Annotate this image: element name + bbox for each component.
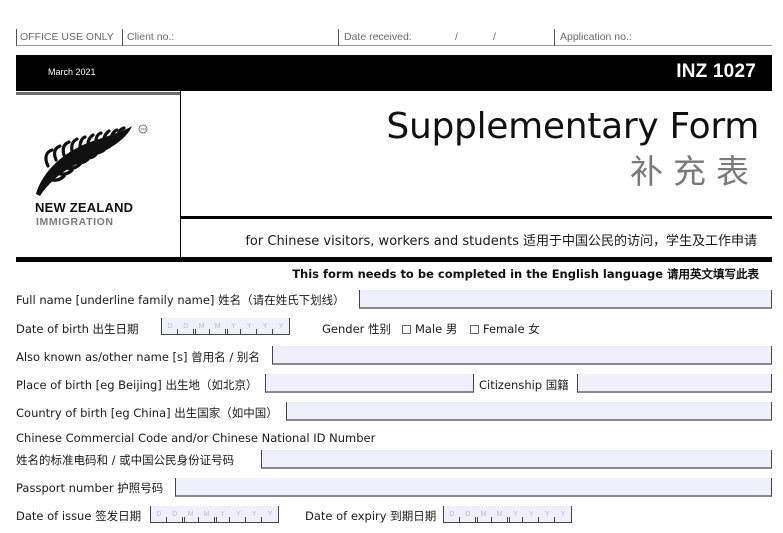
date-of-expiry-label: Date of expiry 到期日期 bbox=[305, 509, 437, 523]
female-label: Female 女 bbox=[483, 322, 540, 336]
page-title: Supplementary Form bbox=[386, 106, 759, 147]
date-cell: Y bbox=[267, 511, 273, 518]
date-cell: Y bbox=[539, 506, 556, 522]
aka-input[interactable] bbox=[272, 346, 772, 365]
silver-fern-icon bbox=[36, 126, 132, 196]
citizenship-label: Citizenship 国籍 bbox=[479, 378, 569, 392]
date-cell: M bbox=[183, 506, 199, 522]
svg-text:TM: TM bbox=[140, 127, 146, 132]
date-cell: Y bbox=[560, 511, 566, 518]
date-cell: D bbox=[151, 506, 167, 522]
date-cell: Y bbox=[508, 506, 524, 522]
date-received-label: Date received: bbox=[344, 31, 412, 43]
form-number: INZ 1027 bbox=[676, 61, 756, 82]
divider bbox=[16, 29, 17, 46]
full-name-input[interactable] bbox=[359, 290, 772, 309]
date-cell: Y bbox=[226, 318, 242, 334]
gender-label: Gender 性别 bbox=[322, 322, 392, 336]
ccc-id-label: Chinese Commercial Code and/or Chinese N… bbox=[16, 431, 376, 445]
date-cell: D bbox=[460, 506, 476, 522]
male-label: Male 男 bbox=[415, 322, 458, 336]
date-cell: Y bbox=[278, 323, 284, 330]
passport-number-input[interactable] bbox=[175, 478, 772, 497]
date-cell: M bbox=[210, 318, 226, 334]
citizenship-input[interactable] bbox=[577, 374, 772, 393]
date-cell: Y bbox=[246, 506, 263, 522]
date-separator: / bbox=[455, 31, 458, 43]
date-of-expiry-input[interactable]: D D M M Y Y Y Y bbox=[443, 506, 572, 523]
date-cell: Y bbox=[215, 506, 231, 522]
form-date: March 2021 bbox=[48, 67, 96, 77]
date-cell: Y bbox=[257, 318, 274, 334]
language-notice: This form needs to be completed in the E… bbox=[292, 267, 759, 281]
divider bbox=[554, 29, 555, 46]
page-subtitle: for Chinese visitors, workers and studen… bbox=[245, 234, 757, 249]
divider bbox=[180, 91, 181, 259]
date-cell: M bbox=[199, 506, 215, 522]
date-separator: / bbox=[493, 31, 496, 43]
date-cell: D bbox=[444, 506, 460, 522]
place-of-birth-label: Place of birth [eg Beijing] 出生地（如北京） bbox=[16, 378, 258, 392]
female-checkbox[interactable] bbox=[470, 325, 479, 334]
divider bbox=[338, 29, 339, 46]
dob-label: Date of birth 出生日期 bbox=[16, 322, 139, 336]
ccc-id-input[interactable] bbox=[261, 450, 772, 469]
date-of-issue-label: Date of issue 签发日期 bbox=[16, 509, 142, 523]
trademark-icon: TM bbox=[138, 124, 148, 134]
divider bbox=[122, 29, 123, 46]
divider bbox=[181, 216, 772, 219]
date-cell: M bbox=[492, 506, 508, 522]
country-of-birth-input[interactable] bbox=[286, 402, 772, 421]
date-cell: M bbox=[194, 318, 210, 334]
logo-line-1: NEW ZEALAND bbox=[35, 200, 134, 215]
nz-immigration-logo: TM NEW ZEALAND IMMIGRATION bbox=[34, 122, 154, 232]
male-checkbox[interactable] bbox=[402, 325, 411, 334]
divider bbox=[16, 257, 772, 262]
date-cell: D bbox=[167, 506, 183, 522]
gender-male-option[interactable]: Male 男 bbox=[402, 321, 457, 337]
date-cell: D bbox=[178, 318, 194, 334]
page-title-chinese: 补充表 bbox=[630, 152, 759, 191]
divider bbox=[16, 92, 180, 95]
date-cell: Y bbox=[523, 506, 540, 522]
form-header-bar: March 2021 INZ 1027 bbox=[16, 55, 772, 91]
logo-line-2: IMMIGRATION bbox=[36, 216, 114, 228]
application-no-label: Application no.: bbox=[560, 31, 632, 43]
date-of-issue-input[interactable]: D D M M Y Y Y Y bbox=[150, 506, 279, 523]
date-cell: Y bbox=[230, 506, 247, 522]
client-no-label: Client no.: bbox=[127, 31, 175, 43]
date-cell: D bbox=[162, 318, 178, 334]
aka-label: Also known as/other name [s] 曾用名 / 别名 bbox=[16, 350, 260, 364]
date-cell: M bbox=[476, 506, 492, 522]
gender-female-option[interactable]: Female 女 bbox=[470, 321, 540, 337]
ccc-id-label-chinese: 姓名的标准电码和 / 或中国公民身份证号码 bbox=[16, 453, 235, 467]
office-use-row: OFFICE USE ONLY Client no.: Date receive… bbox=[16, 29, 772, 46]
passport-number-label: Passport number 护照号码 bbox=[16, 481, 164, 495]
office-use-label: OFFICE USE ONLY bbox=[20, 31, 114, 43]
place-of-birth-input[interactable] bbox=[265, 374, 474, 393]
date-cell: Y bbox=[241, 318, 258, 334]
country-of-birth-label: Country of birth [eg China] 出生国家（如中国） bbox=[16, 406, 278, 420]
full-name-label: Full name [underline family name] 姓名（请在姓… bbox=[16, 293, 345, 307]
dob-input[interactable]: D D M M Y Y Y Y bbox=[161, 318, 290, 335]
